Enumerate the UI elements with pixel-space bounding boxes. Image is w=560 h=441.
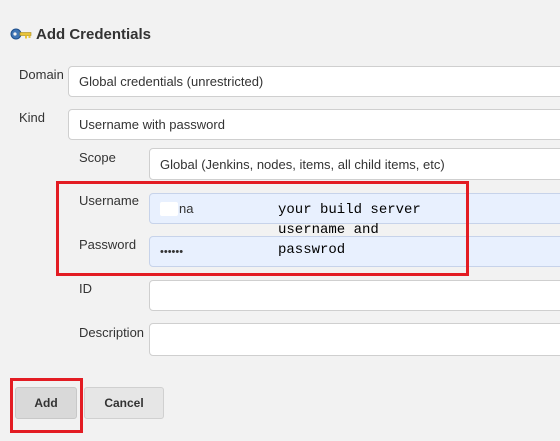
kind-value: Username with password [79, 117, 225, 132]
key-icon [10, 26, 32, 42]
description-field[interactable] [149, 323, 560, 356]
domain-label: Domain [19, 67, 64, 82]
highlight-add-box [10, 378, 83, 433]
id-field[interactable] [149, 280, 560, 311]
scope-select[interactable]: Global (Jenkins, nodes, items, all child… [149, 148, 560, 180]
page-header: Add Credentials [10, 24, 151, 44]
page-title: Add Credentials [36, 25, 152, 43]
domain-select[interactable]: Global credentials (unrestricted) [68, 66, 560, 97]
kind-select[interactable]: Username with password [68, 109, 560, 140]
kind-label: Kind [19, 110, 46, 125]
cancel-button[interactable]: Cancel [84, 387, 164, 419]
domain-value: Global credentials (unrestricted) [79, 74, 264, 89]
highlight-credentials-box [56, 181, 469, 276]
description-label: Description [79, 325, 145, 340]
scope-label: Scope [79, 150, 116, 165]
scope-value: Global (Jenkins, nodes, items, all child… [160, 156, 445, 172]
id-label: ID [79, 281, 92, 296]
